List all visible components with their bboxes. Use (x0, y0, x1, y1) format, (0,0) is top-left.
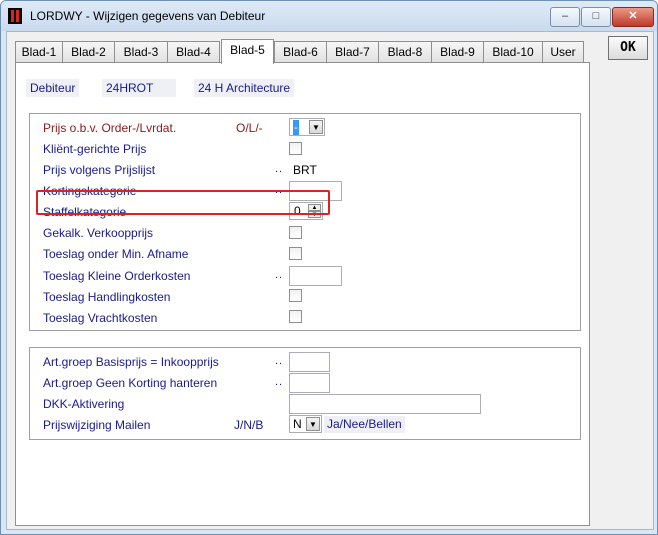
debiteur-name: 24 H Architecture (194, 79, 295, 97)
calculated-price-checkbox[interactable] (289, 226, 302, 239)
freight-surcharge-label: Toeslag Vrachtkosten (43, 311, 158, 325)
tab-user[interactable]: User (542, 41, 584, 62)
article-group: Art.groep Basisprijs = Inkoopprijs .. Ar… (29, 347, 581, 440)
tab-blad-7[interactable]: Blad-7 (326, 41, 379, 62)
tab-blad-5[interactable]: Blad-5 (221, 39, 274, 64)
maximize-button[interactable]: □ (581, 7, 611, 27)
client-price-checkbox[interactable] (289, 142, 302, 155)
tab-blad-6[interactable]: Blad-6 (274, 41, 327, 62)
calculated-price-label: Gekalk. Verkoopprijs (43, 226, 154, 240)
debiteur-label: Debiteur (26, 79, 80, 97)
no-discount-group-lookup-dots: .. (275, 376, 284, 388)
price-change-mail-value: N (293, 417, 302, 431)
client-area: Blad-1 Blad-2 Blad-3 Blad-4 Blad-5 Blad-… (6, 31, 654, 530)
tab-blad-8[interactable]: Blad-8 (378, 41, 432, 62)
dkk-activation-label: DKK-Aktivering (43, 397, 125, 411)
pricing-group: Prijs o.b.v. Order-/Lvrdat. O/L/- - ▼ Kl… (29, 113, 581, 331)
base-price-group-field[interactable] (289, 352, 330, 372)
order-date-price-combo[interactable]: - ▼ (289, 118, 325, 136)
title-bar: LORDWY - Wijzigen gegevens van Debiteur … (1, 1, 657, 31)
freight-surcharge-checkbox[interactable] (289, 310, 302, 323)
main-window: LORDWY - Wijzigen gegevens van Debiteur … (0, 0, 658, 535)
highlight-annotation (36, 190, 330, 215)
client-price-label: Kliënt-gerichte Prijs (43, 142, 147, 156)
app-icon (8, 8, 22, 24)
order-date-price-value: - (293, 120, 299, 135)
price-change-mail-label: Prijswijziging Mailen (43, 418, 151, 432)
dropdown-arrow-icon[interactable]: ▼ (309, 120, 323, 134)
min-quantity-surcharge-checkbox[interactable] (289, 247, 302, 260)
dropdown-arrow-icon[interactable]: ▼ (306, 417, 320, 431)
tab-blad-9[interactable]: Blad-9 (431, 41, 484, 62)
price-change-mail-code: J/N/B (234, 418, 264, 432)
dkk-activation-field[interactable] (289, 394, 481, 414)
price-list-lookup-dots: .. (275, 163, 284, 175)
small-order-surcharge-lookup-dots: .. (275, 269, 284, 281)
small-order-surcharge-label: Toeslag Kleine Orderkosten (43, 269, 191, 283)
small-order-surcharge-field[interactable] (289, 266, 342, 286)
min-quantity-surcharge-label: Toeslag onder Min. Afname (43, 247, 189, 261)
tab-blad-3[interactable]: Blad-3 (114, 41, 168, 62)
no-discount-group-label: Art.groep Geen Korting hanteren (43, 376, 218, 390)
price-change-mail-combo[interactable]: N ▼ (289, 415, 322, 433)
tab-blad-4[interactable]: Blad-4 (167, 41, 220, 62)
order-date-price-code: O/L/- (236, 121, 263, 135)
price-list-field[interactable]: BRT (289, 160, 329, 178)
price-list-label: Prijs volgens Prijslijst (43, 163, 156, 177)
order-date-price-label: Prijs o.b.v. Order-/Lvrdat. (43, 121, 177, 135)
base-price-group-label: Art.groep Basisprijs = Inkoopprijs (43, 355, 219, 369)
tab-blad-2[interactable]: Blad-2 (62, 41, 115, 62)
close-button[interactable]: ✕ (612, 7, 654, 27)
debiteur-code: 24HROT (102, 79, 176, 97)
tab-blad-1[interactable]: Blad-1 (15, 41, 63, 62)
no-discount-group-field[interactable] (289, 373, 330, 393)
ok-button[interactable]: OK (608, 36, 648, 60)
window-title: LORDWY - Wijzigen gegevens van Debiteur (30, 9, 266, 23)
tab-panel-blad-5: Debiteur 24HROT 24 H Architecture Prijs … (15, 62, 590, 526)
price-change-mail-description: Ja/Nee/Bellen (324, 416, 405, 433)
base-price-group-lookup-dots: .. (275, 355, 284, 367)
tab-blad-10[interactable]: Blad-10 (483, 41, 543, 62)
handling-surcharge-checkbox[interactable] (289, 289, 302, 302)
minimize-button[interactable]: – (550, 7, 580, 27)
handling-surcharge-label: Toeslag Handlingkosten (43, 290, 171, 304)
